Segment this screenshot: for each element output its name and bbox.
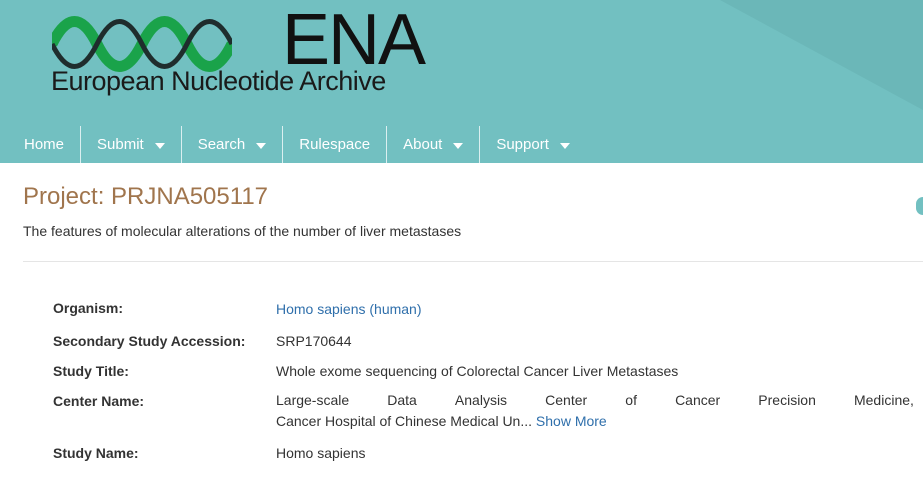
- nav-search-label: Search: [197, 136, 246, 153]
- nav-support[interactable]: Support: [480, 126, 586, 163]
- organism-label: Organism:: [53, 300, 124, 316]
- logo-name: European Nucleotide Archive: [51, 66, 386, 96]
- caret-down-icon: [154, 142, 165, 149]
- page-title: Project: PRJNA505117: [23, 183, 269, 210]
- nav-home[interactable]: Home: [0, 126, 82, 163]
- caret-down-icon: [453, 142, 464, 149]
- study-name-value: Homo sapiens: [276, 445, 366, 461]
- divider: [23, 261, 923, 262]
- nav-submit[interactable]: Submit: [81, 126, 182, 163]
- center-word: Center: [545, 392, 588, 408]
- center-name-line2: Cancer Hospital of Chinese Medical Un...…: [276, 413, 607, 429]
- nav-submit-label: Submit: [97, 136, 144, 153]
- center-name-line1: Large-scale Data Analysis Center of Canc…: [276, 392, 914, 408]
- center-word: Large-scale: [276, 392, 350, 408]
- nav-about-label: About: [403, 136, 443, 153]
- study-name-label: Study Name:: [53, 445, 139, 461]
- center-word: of: [625, 392, 637, 408]
- study-title-label: Study Title:: [53, 363, 129, 379]
- nav-rulespace[interactable]: Rulespace: [283, 126, 388, 163]
- caret-down-icon: [559, 142, 570, 149]
- nav-rulespace-label: Rulespace: [299, 136, 371, 153]
- masthead: ENA European Nucleotide Archive Home Sub…: [0, 0, 923, 163]
- nav-support-label: Support: [496, 136, 549, 153]
- secondary-accession-label: Secondary Study Accession:: [53, 333, 246, 349]
- center-word: Precision: [758, 392, 816, 408]
- show-more-link[interactable]: Show More: [536, 413, 607, 429]
- nav-about[interactable]: About: [387, 126, 481, 163]
- side-panel-toggle[interactable]: [916, 197, 923, 215]
- center-word: Cancer: [675, 392, 721, 408]
- nav-search[interactable]: Search: [182, 126, 284, 163]
- secondary-accession-value: SRP170644: [276, 333, 352, 349]
- center-name-label: Center Name:: [53, 393, 145, 409]
- project-description: The features of molecular alterations of…: [23, 223, 462, 239]
- center-word: Data: [387, 392, 417, 408]
- center-word: Medicine,: [853, 392, 914, 408]
- study-title-value: Whole exome sequencing of Colorectal Can…: [276, 363, 679, 379]
- center-name-truncated: Cancer Hospital of Chinese Medical Un...: [276, 413, 533, 429]
- caret-down-icon: [256, 142, 267, 149]
- center-word: Analysis: [454, 392, 508, 408]
- dna-wave-icon: [52, 16, 232, 72]
- main-nav: Home Submit Search Rulespace About Suppo…: [0, 126, 586, 163]
- organism-link[interactable]: Homo sapiens (human): [276, 301, 422, 317]
- nav-home-label: Home: [24, 136, 65, 153]
